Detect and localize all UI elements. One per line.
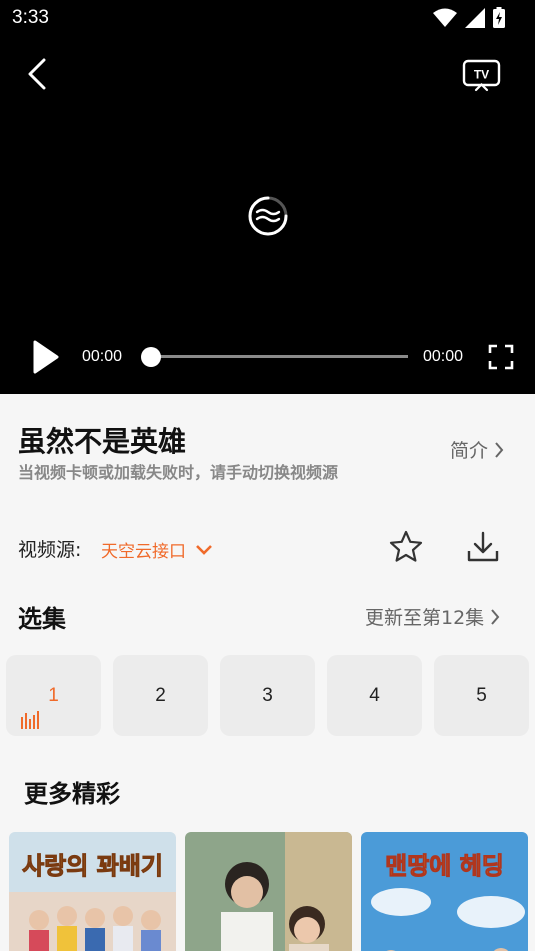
fullscreen-icon[interactable]	[488, 344, 514, 370]
total-time: 00:00	[423, 348, 464, 365]
episode-list: 1 2 3 4 5	[6, 655, 529, 736]
poster-card[interactable]: 사랑의 꽈배기	[9, 832, 176, 951]
poster-card[interactable]	[185, 832, 352, 951]
episode-button[interactable]: 4	[327, 655, 422, 736]
source-label: 视频源:	[18, 539, 82, 561]
battery-charging-icon	[493, 7, 505, 28]
poster-card[interactable]: 맨땅에 헤딩	[361, 832, 528, 951]
back-arrow-icon[interactable]	[22, 58, 54, 90]
episode-button[interactable]: 1	[6, 655, 101, 736]
source-tip: 当视频卡顿或加载失败时，请手动切换视频源	[18, 463, 339, 482]
seek-bar-thumb[interactable]	[141, 347, 161, 367]
video-player[interactable]: 3:33 TV 00:00 00:00	[0, 0, 535, 394]
svg-text:TV: TV	[474, 68, 489, 82]
source-selector[interactable]: 天空云接口	[101, 537, 212, 562]
loading-spinner-icon	[248, 196, 288, 236]
episode-button[interactable]: 5	[434, 655, 529, 736]
episodes-update-label: 更新至第12集	[365, 607, 485, 629]
episode-button[interactable]: 2	[113, 655, 208, 736]
wifi-icon	[433, 8, 457, 27]
download-icon[interactable]	[465, 529, 501, 565]
episodes-update-link[interactable]: 更新至第12集	[365, 603, 500, 630]
source-value: 天空云接口	[101, 542, 186, 562]
video-title: 虽然不是英雄	[18, 425, 187, 458]
poster-title: 사랑의 꽈배기	[22, 852, 164, 881]
current-time: 00:00	[82, 348, 123, 365]
star-icon[interactable]	[388, 529, 424, 565]
play-icon[interactable]	[30, 339, 60, 375]
status-bar-icons	[433, 7, 505, 28]
episodes-heading: 选集	[18, 605, 66, 633]
chevron-down-icon	[196, 544, 212, 555]
tv-cast-icon[interactable]: TV	[462, 58, 502, 92]
more-heading: 更多精彩	[24, 780, 120, 808]
intro-link[interactable]: 简介	[450, 436, 504, 463]
status-bar-time: 3:33	[12, 7, 49, 28]
poster-title: 맨땅에 헤딩	[385, 852, 505, 881]
episode-button[interactable]: 3	[220, 655, 315, 736]
poster-image	[185, 832, 352, 951]
chevron-right-icon	[495, 441, 504, 458]
chevron-right-icon	[491, 608, 500, 625]
video-detail-screen: 3:33 TV 00:00 00:00 虽然不是英雄 简介 当视频卡顿或加载失败…	[0, 0, 535, 951]
intro-label: 简介	[450, 440, 489, 462]
cell-signal-icon	[465, 7, 485, 28]
recommendation-list: 사랑의 꽈배기 맨땅에 헤딩	[9, 832, 528, 951]
seek-bar[interactable]	[150, 355, 408, 358]
now-playing-icon	[21, 711, 39, 729]
